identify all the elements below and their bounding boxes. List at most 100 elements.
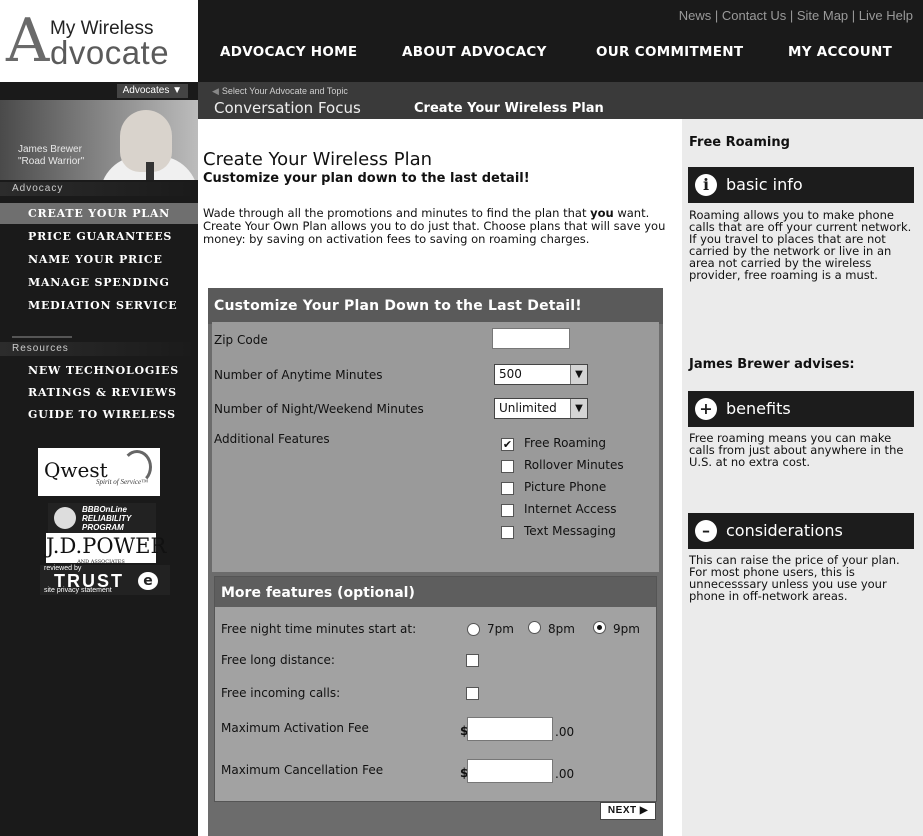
bbb-seal-icon — [54, 507, 76, 529]
portrait-tie — [146, 162, 154, 180]
night-start-8pm-radio[interactable] — [528, 621, 541, 634]
more-features-heading: More features (optional) — [215, 577, 656, 607]
considerations-bar: – considerations — [688, 513, 914, 549]
benefits-text: Free roaming means you can make calls fr… — [689, 431, 904, 469]
advocate-portrait: James Brewer "Road Warrior" — [0, 100, 198, 180]
advocacy-heading: Advocacy — [0, 182, 198, 196]
site-logo[interactable]: A My Wireless dvocate — [0, 0, 198, 82]
night-start-7pm-radio[interactable] — [467, 623, 480, 636]
truste-seal[interactable]: reviewed by TRUST e site privacy stateme… — [40, 565, 170, 595]
sidebar-divider — [12, 336, 72, 338]
incoming-calls-label: Free incoming calls: — [221, 686, 341, 700]
nav-advocacy-home[interactable]: ADVOCACY HOME — [220, 44, 357, 60]
picture-phone-label: Picture Phone — [524, 480, 607, 494]
sidebar-item-ratings-reviews[interactable]: RATINGS & REVIEWS — [0, 382, 198, 403]
cancellation-fee-label: Maximum Cancellation Fee — [221, 763, 384, 777]
logo-letter: A — [6, 6, 50, 76]
utility-links: News | Contact Us | Site Map | Live Help — [679, 8, 913, 23]
night-start-9pm-radio[interactable] — [593, 621, 606, 634]
link-site-map[interactable]: Site Map — [797, 8, 848, 23]
intro-text-bold: you — [590, 206, 614, 220]
top-header: News | Contact Us | Site Map | Live Help… — [198, 0, 923, 82]
breadcrumb-title: Create Your Wireless Plan — [414, 101, 604, 116]
qwest-swoosh-icon — [122, 450, 152, 484]
chevron-down-icon: ▼ — [570, 399, 587, 418]
benefits-bar: + benefits — [688, 391, 914, 427]
night-weekend-minutes-value: Unlimited — [499, 401, 557, 415]
anytime-minutes-select[interactable]: 500 ▼ — [494, 364, 588, 385]
advocate-advises-heading: James Brewer advises: — [689, 357, 855, 372]
conversation-focus-label: Conversation Focus — [214, 99, 361, 117]
page-intro: Wade through all the promotions and minu… — [203, 207, 679, 246]
link-contact-us[interactable]: Contact Us — [722, 8, 786, 23]
page-subtitle: Customize your plan down to the last det… — [203, 171, 530, 186]
form-heading: Customize Your Plan Down to the Last Det… — [208, 288, 663, 324]
bbb-line3: PROGRAM — [82, 523, 124, 532]
advocate-name-line1: James Brewer — [18, 144, 82, 155]
sidebar-item-name-your-price[interactable]: NAME YOUR PRICE — [0, 249, 198, 270]
jd-power-logo[interactable]: J.D.POWER AND ASSOCIATES — [46, 533, 166, 565]
advocate-bar: Advocates ▼ — [0, 82, 198, 100]
util-separator: | — [789, 8, 797, 23]
rollover-minutes-checkbox[interactable] — [501, 460, 514, 473]
back-arrow-icon: ◀ — [212, 86, 219, 96]
considerations-text: This can raise the price of your plan. F… — [689, 553, 900, 603]
basic-info-text: Roaming allows you to make phone calls t… — [689, 208, 912, 282]
picture-phone-checkbox[interactable] — [501, 482, 514, 495]
truste-privacy-statement: site privacy statement — [44, 587, 112, 594]
free-roaming-checkbox[interactable]: ✔ — [501, 438, 514, 451]
nav-about-advocacy[interactable]: ABOUT ADVOCACY — [402, 44, 547, 60]
breadcrumb-small-text: Select Your Advocate and Topic — [221, 86, 348, 96]
link-live-help[interactable]: Live Help — [859, 8, 913, 23]
free-roaming-label: Free Roaming — [524, 436, 607, 450]
rollover-minutes-label: Rollover Minutes — [524, 458, 624, 472]
text-messaging-checkbox[interactable] — [501, 526, 514, 539]
sidebar-item-manage-spending[interactable]: MANAGE SPENDING — [0, 272, 198, 293]
night-start-label: Free night time minutes start at: — [221, 622, 417, 636]
nav-my-account[interactable]: MY ACCOUNT — [788, 44, 892, 60]
bbb-online-seal[interactable]: BBBOnLine RELIABILITY PROGRAM — [48, 503, 156, 533]
anytime-minutes-label: Number of Anytime Minutes — [214, 368, 383, 382]
link-news[interactable]: News — [679, 8, 712, 23]
plan-form-panel: Customize Your Plan Down to the Last Det… — [208, 288, 663, 836]
sidebar-item-guide-to-wireless[interactable]: GUIDE TO WIRELESS — [0, 404, 198, 425]
sidebar-item-mediation-service[interactable]: MEDIATION SERVICE — [0, 295, 198, 316]
resources-heading: Resources — [0, 342, 198, 356]
sidebar-item-price-guarantees[interactable]: PRICE GUARANTEES — [0, 226, 198, 247]
night-start-9pm-label: 9pm — [613, 622, 640, 636]
form-body: Zip Code Number of Anytime Minutes 500 ▼… — [212, 322, 659, 572]
internet-access-checkbox[interactable] — [501, 504, 514, 517]
sidebar-item-create-your-plan[interactable]: CREATE YOUR PLAN — [0, 203, 198, 224]
right-info-panel: Free Roaming i basic info Roaming allows… — [682, 119, 923, 836]
bbb-line2: RELIABILITY — [82, 514, 132, 523]
info-icon: i — [695, 174, 717, 196]
long-distance-checkbox[interactable] — [466, 654, 479, 667]
night-start-7pm-label: 7pm — [487, 622, 514, 636]
logo-line2: dvocate — [50, 34, 170, 71]
activation-fee-label: Maximum Activation Fee — [221, 721, 369, 735]
activation-fee-input[interactable] — [467, 717, 553, 741]
top-nav: ADVOCACY HOME ABOUT ADVOCACY OUR COMMITM… — [198, 44, 923, 68]
next-button[interactable]: NEXT ▶ — [600, 802, 656, 820]
basic-info-heading: basic info — [726, 175, 803, 194]
advocate-name: James Brewer "Road Warrior" — [18, 144, 84, 168]
more-features-box: More features (optional) Free night time… — [214, 576, 657, 802]
zip-code-input[interactable] — [492, 328, 570, 349]
bbb-line1: BBBOnLine — [82, 505, 127, 514]
sidebar-item-new-technologies[interactable]: NEW TECHNOLOGIES — [0, 360, 198, 381]
truste-e-icon: e — [138, 572, 158, 590]
internet-access-label: Internet Access — [524, 502, 617, 516]
nav-our-commitment[interactable]: OUR COMMITMENT — [596, 44, 743, 60]
incoming-calls-checkbox[interactable] — [466, 687, 479, 700]
jd-power-wordmark: J.D.POWER — [46, 534, 167, 558]
text-messaging-label: Text Messaging — [524, 524, 616, 538]
util-separator: | — [714, 8, 722, 23]
anytime-minutes-value: 500 — [499, 367, 522, 381]
night-weekend-minutes-select[interactable]: Unlimited ▼ — [494, 398, 588, 419]
qwest-logo[interactable]: Qwest Spirit of Service™ — [38, 448, 160, 496]
benefits-heading: benefits — [726, 399, 791, 418]
breadcrumb-back-link[interactable]: ◀ Select Your Advocate and Topic — [212, 86, 348, 97]
breadcrumb: ◀ Select Your Advocate and Topic Conversa… — [198, 82, 923, 119]
cancellation-fee-input[interactable] — [467, 759, 553, 783]
advocates-dropdown[interactable]: Advocates ▼ — [116, 84, 188, 98]
